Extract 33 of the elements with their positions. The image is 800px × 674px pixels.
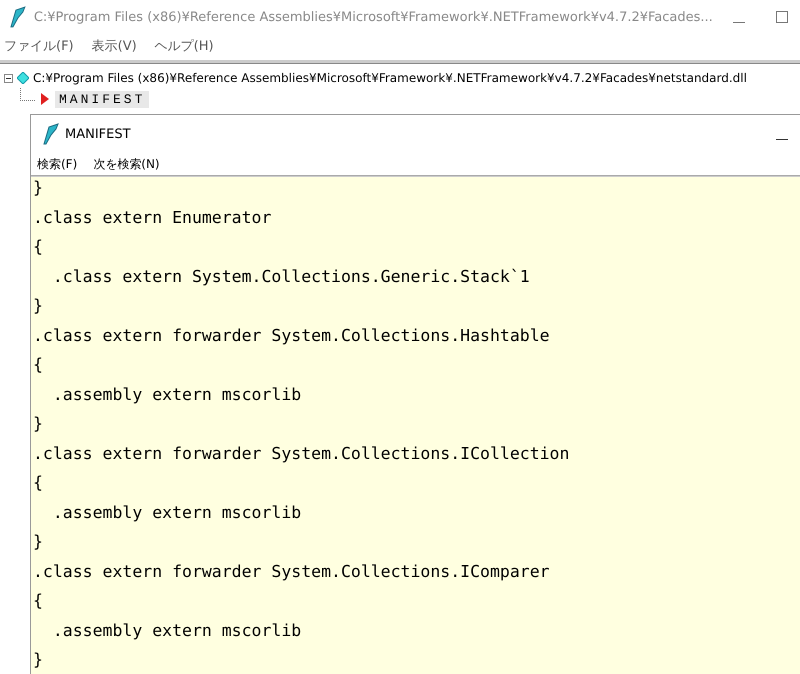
collapse-icon[interactable] [4, 74, 13, 82]
code-line: } [33, 531, 44, 553]
menu-item[interactable]: ヘルプ(H) [154, 37, 214, 55]
quill-icon [43, 123, 59, 145]
code-line: } [33, 177, 44, 199]
code-line: .assembly extern mscorlib [52, 384, 302, 406]
code-line: .class extern System.Collections.Generic.Stack`1 [52, 266, 531, 288]
code-line: .class extern forwarder System.Collections.Hashtable [33, 324, 551, 346]
window-title: MANIFEST [65, 126, 132, 142]
code-line: { [33, 236, 44, 258]
code-line: } [33, 413, 44, 435]
code-line: .class extern forwarder System.Collections.ICollection [33, 442, 570, 464]
code-line: { [33, 590, 44, 612]
code-line: { [33, 354, 44, 376]
tree-item[interactable]: MANIFEST [55, 90, 150, 108]
menu-item[interactable]: 次を検索(N) [93, 156, 160, 172]
code-line: .class extern Enumerator [33, 206, 272, 228]
code-line: { [33, 472, 44, 494]
quill-icon [10, 6, 26, 28]
code-line: .class extern forwarder System.Collections.IComparer [33, 560, 551, 582]
code-line: .assembly extern mscorlib [52, 502, 302, 524]
menu-item[interactable]: 表示(V) [92, 37, 137, 55]
tree-item[interactable]: C:¥Program Files (x86)¥Reference Assemblies¥Microsoft¥Framework¥.NETFramework¥v4.7.2¥Facades¥netstandard.dll [33, 71, 747, 85]
menu-item[interactable]: 検索(F) [37, 156, 78, 172]
code-line: .assembly extern mscorlib [52, 620, 302, 642]
code-line: } [33, 295, 44, 317]
code-line: } [33, 649, 44, 671]
maximize-icon [776, 10, 788, 22]
window-title: C:¥Program Files (x86)¥Reference Assemblies¥Microsoft¥Framework¥.NETFramework¥v4.7.2¥Facades... [34, 10, 713, 24]
diamond-icon [17, 72, 29, 84]
menu-item[interactable]: ファイル(F) [4, 37, 74, 55]
triangle-icon [41, 93, 49, 105]
minimize-icon [776, 138, 788, 140]
